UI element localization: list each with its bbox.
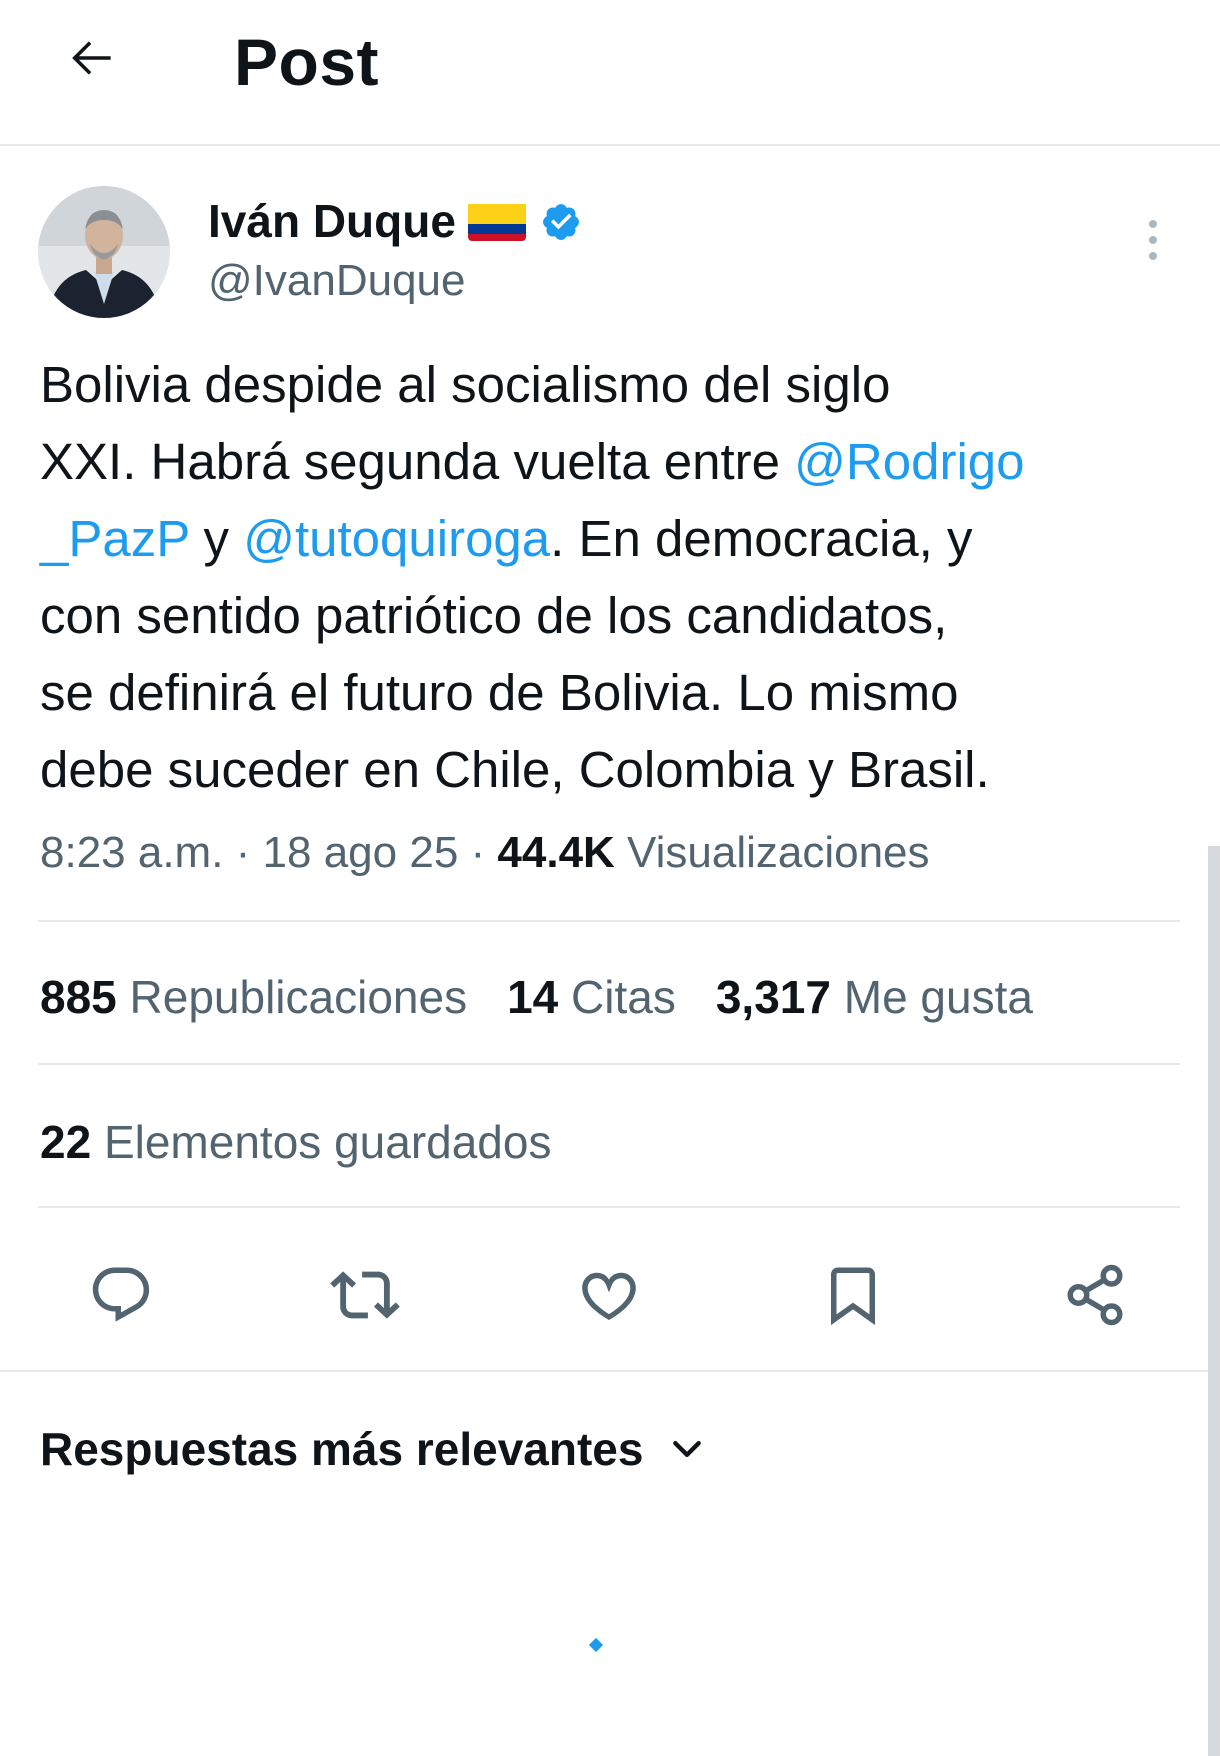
mention-link[interactable]: @tutoquiroga: [243, 510, 550, 567]
likes-count: 3,317: [715, 971, 831, 1023]
tweet-line: XXI. Habrá segunda vuelta entre @Rodrigo: [40, 423, 1190, 500]
colombia-flag-icon: [467, 201, 526, 241]
quotes-count: 14: [507, 971, 559, 1023]
tweet-time[interactable]: 8:23 a.m.: [40, 828, 223, 877]
section-divider: [0, 1370, 1208, 1372]
divider: [38, 1206, 1180, 1208]
saved-count: 22: [40, 1116, 92, 1168]
avatar[interactable]: [38, 186, 170, 318]
more-vertical-icon: [1149, 220, 1157, 260]
bookmarks-stat[interactable]: 22 Elementos guardados: [40, 1115, 551, 1169]
reply-button[interactable]: [86, 1260, 156, 1330]
meta-separator: ·: [458, 828, 498, 877]
views-label: Visualizaciones: [614, 828, 930, 877]
author-handle[interactable]: @IvanDuque: [208, 256, 466, 306]
tweet-line: se definirá el futuro de Bolivia. Lo mis…: [40, 664, 959, 721]
top-bar: Post: [0, 0, 1220, 146]
tweet-meta: 8:23 a.m. · 18 ago 25 · 44.4K Visualizac…: [40, 828, 930, 878]
page-title: Post: [234, 25, 380, 99]
author-name[interactable]: Iván Duque: [208, 194, 582, 248]
share-button[interactable]: [1060, 1260, 1130, 1330]
reply-icon: [92, 1267, 150, 1322]
repost-button[interactable]: [330, 1260, 400, 1330]
like-button[interactable]: [574, 1260, 644, 1330]
post-detail-page: Post Iván Duque @IvanDuque Bolivia despi…: [0, 0, 1220, 1756]
tweet-text: Bolivia despide al socialismo del siglo …: [40, 346, 1190, 808]
avatar-photo: [38, 186, 170, 318]
reposts-label: Republicaciones: [116, 971, 468, 1023]
back-button[interactable]: [60, 26, 124, 90]
quotes-label: Citas: [558, 971, 676, 1023]
tweet-line: debe suceder en Chile, Colombia y Brasil…: [40, 741, 990, 798]
saved-label: Elementos guardados: [91, 1116, 552, 1168]
tweet-date[interactable]: 18 ago 25: [263, 828, 459, 877]
author-name-text: Iván Duque: [208, 195, 456, 247]
engagement-stats: 885 Republicaciones 14 Citas 3,317 Me gu…: [40, 970, 1073, 1024]
bookmark-button[interactable]: [818, 1260, 888, 1330]
heart-icon: [582, 1272, 636, 1321]
share-icon: [1067, 1264, 1123, 1326]
divider: [38, 1063, 1180, 1065]
repost-icon: [330, 1271, 400, 1319]
tweet-line: con sentido patriótico de los candidatos…: [40, 587, 948, 644]
likes-stat[interactable]: 3,317 Me gusta: [716, 970, 1033, 1024]
replies-sort-dropdown[interactable]: Respuestas más relevantes: [40, 1422, 707, 1476]
reposts-count: 885: [40, 971, 117, 1023]
scrollbar[interactable]: [1208, 846, 1220, 1756]
arrow-left-icon: [72, 41, 111, 75]
tweet-text-segment: XXI. Habrá segunda vuelta entre: [40, 433, 795, 490]
likes-label: Me gusta: [830, 971, 1033, 1023]
action-bar: [0, 1224, 1220, 1364]
loading-indicator: [588, 1637, 604, 1653]
tweet-text-segment: y: [189, 510, 244, 567]
views-count: 44.4K: [497, 828, 615, 877]
tweet-line: Bolivia despide al socialismo del siglo: [40, 356, 891, 413]
reposts-stat[interactable]: 885 Republicaciones: [40, 970, 467, 1024]
tweet-line: _PazP y @tutoquiroga. En democracia, y: [40, 500, 1190, 577]
tweet-text-segment: . En democracia, y: [550, 510, 973, 567]
replies-sort-label: Respuestas más relevantes: [40, 1423, 644, 1475]
bookmark-icon: [831, 1267, 875, 1326]
quotes-stat[interactable]: 14 Citas: [507, 970, 676, 1024]
chevron-down-icon: [673, 1441, 702, 1457]
mention-link[interactable]: @Rodrigo: [794, 433, 1024, 490]
mention-link[interactable]: _PazP: [40, 510, 189, 567]
meta-separator: ·: [223, 828, 263, 877]
more-options-button[interactable]: [1138, 210, 1168, 270]
verified-badge-icon[interactable]: [540, 200, 582, 242]
divider: [38, 920, 1180, 922]
